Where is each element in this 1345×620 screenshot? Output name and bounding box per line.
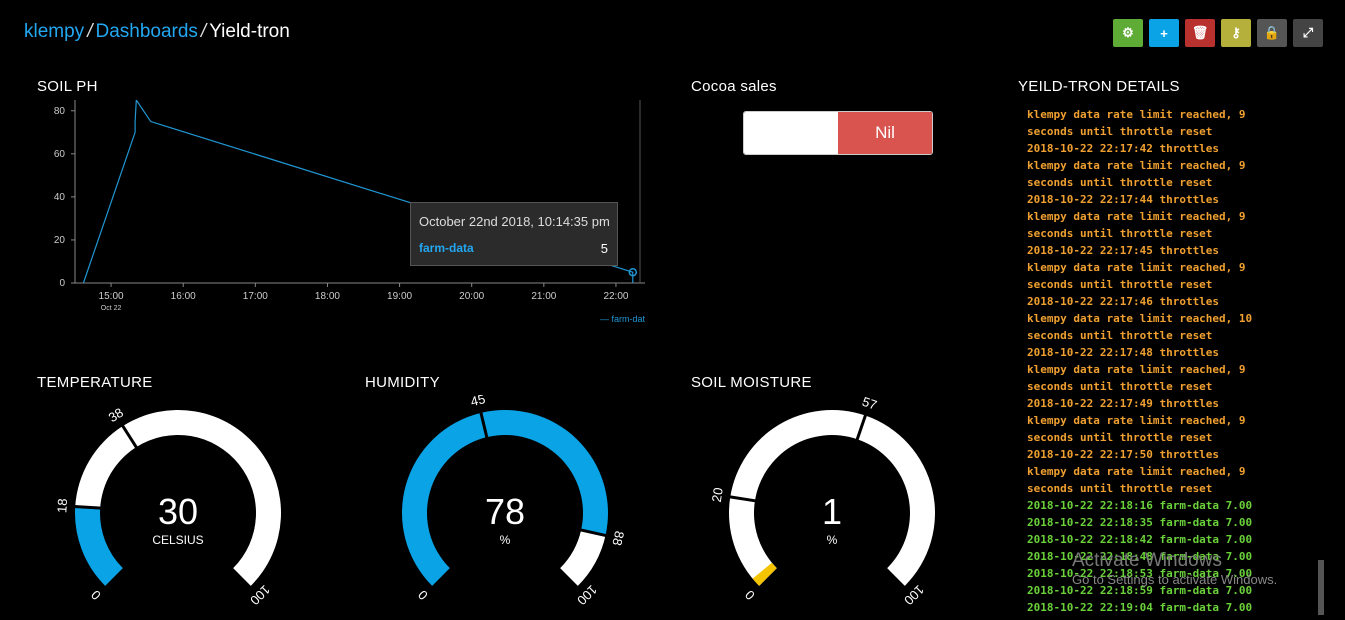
- x-tick-label: 18:00: [315, 291, 340, 302]
- scrollbar[interactable]: [1318, 560, 1324, 615]
- breadcrumb-dashboards-link[interactable]: Dashboards: [95, 21, 197, 42]
- humidity-value: 78: [484, 491, 526, 532]
- log-line: klempy data rate limit reached, 9: [1027, 465, 1246, 478]
- page-title: Yield-tron: [209, 21, 290, 42]
- log-line: 2018-10-22 22:19:04 farm-data 7.00: [1027, 601, 1253, 614]
- humidity-title: HUMIDITY: [365, 374, 440, 391]
- details-log[interactable]: klempy data rate limit reached, 9 seconds…: [1027, 106, 1327, 616]
- temperature-title: TEMPERATURE: [37, 374, 153, 391]
- temperature-value: 30: [157, 491, 199, 532]
- gauge-scale-label: 0: [88, 587, 104, 603]
- log-line: seconds until throttle reset: [1027, 125, 1213, 138]
- watermark-line1: Activate Windows: [1072, 550, 1222, 571]
- activate-windows-watermark: Activate Windows Go to Settings to activ…: [1072, 550, 1277, 587]
- gauge-scale-label: 0: [742, 587, 758, 603]
- x-tick-label: 16:00: [171, 291, 196, 302]
- gauge-scale-label: 57: [860, 395, 879, 413]
- x-tick-label: 22:00: [603, 291, 628, 302]
- lock-icon: 🔒: [1263, 25, 1281, 40]
- x-tick-label: 20:00: [459, 291, 484, 302]
- temperature-unit: CELSIUS: [152, 533, 204, 547]
- log-line: klempy data rate limit reached, 9: [1027, 159, 1246, 172]
- lock-button[interactable]: 🔒: [1257, 19, 1287, 47]
- y-tick-label: 80: [54, 106, 66, 117]
- tooltip-value: 5: [600, 241, 608, 256]
- log-line: 2018-10-22 22:17:46 throttles: [1027, 295, 1220, 308]
- x-tick-label: 17:00: [243, 291, 268, 302]
- y-tick-label: 0: [59, 278, 65, 289]
- log-line: 2018-10-22 22:18:42 farm-data 7.00: [1027, 533, 1253, 546]
- log-line: klempy data rate limit reached, 9: [1027, 108, 1246, 121]
- trash-icon: 🗑: [1191, 25, 1209, 40]
- tooltip-series: farm-data: [419, 241, 474, 255]
- soil_moisture-value: 1: [821, 491, 843, 532]
- soil_moisture-unit: %: [826, 533, 838, 547]
- delete-button[interactable]: 🗑: [1185, 19, 1215, 47]
- expand-icon: ⤢: [1302, 25, 1314, 40]
- log-line: klempy data rate limit reached, 9: [1027, 210, 1246, 223]
- dashboard-toolbar: ⚙ + 🗑 ⚷ 🔒 ⤢: [1113, 19, 1323, 47]
- watermark-line2: Go to Settings to activate Windows.: [1072, 572, 1278, 587]
- log-line: klempy data rate limit reached, 10: [1027, 312, 1253, 325]
- y-tick-label: 40: [54, 192, 66, 203]
- log-line: 2018-10-22 22:17:42 throttles: [1027, 142, 1220, 155]
- log-line: seconds until throttle reset: [1027, 227, 1213, 240]
- x-tick-label: 15:00: [99, 291, 124, 302]
- log-line: 2018-10-22 22:17:45 throttles: [1027, 244, 1220, 257]
- y-tick-label: 60: [54, 149, 66, 160]
- log-line: 2018-10-22 22:17:50 throttles: [1027, 448, 1220, 461]
- chart-legend: — farm-data: [600, 314, 645, 324]
- log-line: 2018-10-22 22:17:49 throttles: [1027, 397, 1220, 410]
- log-line: seconds until throttle reset: [1027, 329, 1213, 342]
- key-button[interactable]: ⚷: [1221, 19, 1251, 47]
- toggle-off-side[interactable]: [744, 112, 838, 154]
- log-line: seconds until throttle reset: [1027, 431, 1213, 444]
- log-line: 2018-10-22 22:18:16 farm-data 7.00: [1027, 499, 1253, 512]
- log-line: seconds until throttle reset: [1027, 176, 1213, 189]
- humidity-unit: %: [499, 533, 511, 547]
- settings-button[interactable]: ⚙: [1113, 19, 1143, 47]
- key-icon: ⚷: [1231, 25, 1241, 40]
- soil-moisture-title: SOIL MOISTURE: [691, 374, 812, 391]
- add-button[interactable]: +: [1149, 19, 1179, 47]
- fullscreen-button[interactable]: ⤢: [1293, 19, 1323, 47]
- details-title: YEILD-TRON DETAILS: [1018, 78, 1180, 95]
- y-tick-label: 20: [54, 235, 66, 246]
- gauge-scale-label: 100: [901, 582, 927, 608]
- breadcrumb-separator: /: [87, 21, 93, 42]
- x-tick-sublabel: Oct 22: [101, 305, 122, 312]
- log-line: 2018-10-22 22:18:35 farm-data 7.00: [1027, 516, 1253, 529]
- gear-icon: ⚙: [1122, 25, 1134, 40]
- log-line: 2018-10-22 22:17:44 throttles: [1027, 193, 1220, 206]
- log-line: klempy data rate limit reached, 9: [1027, 414, 1246, 427]
- chart-tooltip: October 22nd 2018, 10:14:35 pm farm-data…: [410, 202, 618, 266]
- gauge-scale-label: 100: [247, 582, 273, 608]
- log-line: seconds until throttle reset: [1027, 380, 1213, 393]
- gauge-scale-label: 100: [574, 582, 600, 608]
- log-line: seconds until throttle reset: [1027, 482, 1213, 495]
- log-line: seconds until throttle reset: [1027, 278, 1213, 291]
- humidity-gauge: 0 45 88 100 78%: [380, 391, 640, 615]
- tooltip-date: October 22nd 2018, 10:14:35 pm: [419, 214, 610, 229]
- cocoa-sales-toggle[interactable]: Nil: [743, 111, 933, 155]
- log-line: klempy data rate limit reached, 9: [1027, 261, 1246, 274]
- log-line: klempy data rate limit reached, 9: [1027, 363, 1246, 376]
- temperature-gauge: 0 18 38 100 30 CELSIUS: [53, 395, 313, 615]
- gauge-mid-band: [730, 410, 866, 501]
- x-tick-label: 19:00: [387, 291, 412, 302]
- log-line: 2018-10-22 22:17:48 throttles: [1027, 346, 1220, 359]
- soil-ph-title: SOIL PH: [37, 78, 98, 95]
- gauge-scale-label: 0: [415, 587, 431, 603]
- breadcrumb-user-link[interactable]: klempy: [24, 21, 84, 42]
- gauge-scale-label: 38: [106, 405, 126, 425]
- x-tick-label: 21:00: [531, 291, 556, 302]
- gauge-scale-label: 45: [469, 395, 487, 409]
- cocoa-sales-title: Cocoa sales: [691, 78, 777, 95]
- plus-icon: +: [1160, 25, 1168, 41]
- breadcrumb: klempy / Dashboards / Yield-tron: [24, 21, 290, 43]
- breadcrumb-separator: /: [200, 21, 207, 42]
- soil-moisture-gauge: 0 20 57 100 1%: [707, 394, 967, 615]
- toggle-value[interactable]: Nil: [838, 112, 932, 154]
